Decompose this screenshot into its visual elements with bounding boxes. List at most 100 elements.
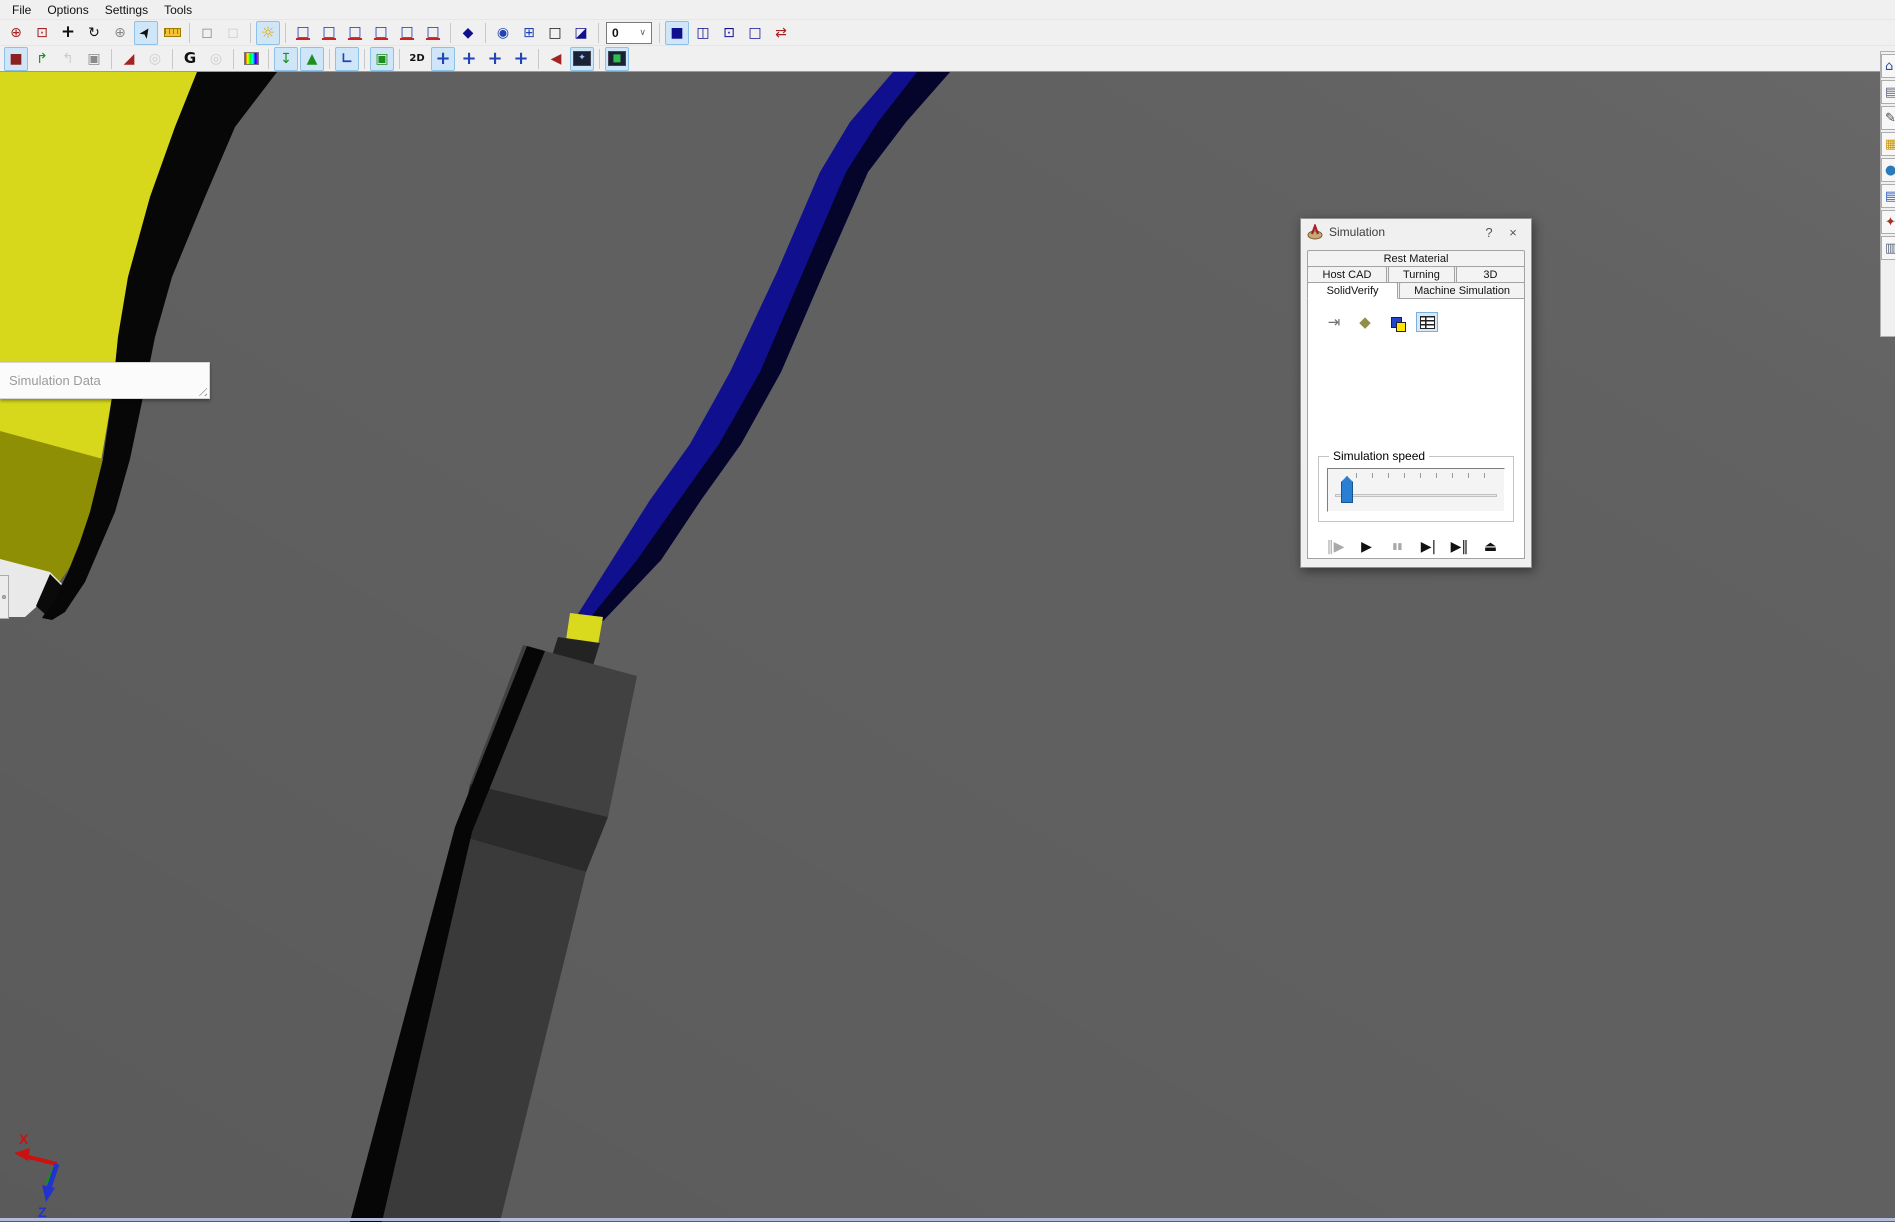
coord-dropdown[interactable]: 0 ∨ — [606, 22, 652, 44]
tab-turning[interactable]: Turning — [1388, 266, 1455, 283]
refresh-button[interactable]: ⇄ — [769, 21, 793, 45]
step-button[interactable]: ‖▶ — [1320, 536, 1351, 558]
op-list-button[interactable]: ▣ — [82, 47, 106, 71]
view-iso3-button[interactable]: □ — [421, 21, 445, 45]
face-select-alt-button[interactable]: ◻ — [221, 21, 245, 45]
menu-settings[interactable]: Settings — [97, 1, 156, 19]
display-wire-icon: ⊡ — [723, 26, 735, 40]
layers-icon: ▦ — [1885, 138, 1895, 151]
shaded-view-button[interactable]: ◆ — [456, 21, 480, 45]
report-button[interactable]: ▥ — [1881, 236, 1895, 260]
show-tool-button[interactable]: ↧ — [274, 47, 298, 71]
edit-button[interactable]: ✎ — [1881, 106, 1895, 130]
display-inner-button[interactable]: ◫ — [691, 21, 715, 45]
shell-button[interactable]: ◉ — [491, 21, 515, 45]
view-iso1-button[interactable]: □ — [369, 21, 393, 45]
zoom-window-button[interactable]: ⊡ — [30, 21, 54, 45]
globe-button[interactable]: ● — [1881, 158, 1895, 182]
view-side-button[interactable]: □ — [343, 21, 367, 45]
chart-button[interactable]: ▆ — [605, 47, 629, 71]
op-forward-button[interactable]: ↱ — [30, 47, 54, 71]
tool-disabled-button[interactable]: ◎ — [143, 47, 167, 71]
menu-file[interactable]: File — [4, 1, 39, 19]
viewport-sheen — [0, 72, 1895, 1222]
slider-track[interactable] — [1335, 494, 1497, 497]
zoom-dynamic-button[interactable]: ⊕ — [108, 21, 132, 45]
section-4-button[interactable]: + — [509, 47, 533, 71]
machine-housing-button[interactable]: ▣ — [370, 47, 394, 71]
section-3-button[interactable]: + — [483, 47, 507, 71]
gcode-disabled-button[interactable]: ◎ — [204, 47, 228, 71]
data-table-icon — [1420, 316, 1435, 329]
tab-machine-simulation[interactable]: Machine Simulation — [1399, 282, 1525, 299]
night-view-button[interactable]: ✦ — [570, 47, 594, 71]
view-iso2-icon: □ — [400, 25, 413, 40]
toolbar-separator — [172, 49, 173, 69]
simulation-data-panel[interactable]: Simulation Data — [0, 362, 210, 399]
toolbar-separator — [538, 49, 539, 69]
coord-sys-button[interactable]: ∟ — [335, 47, 359, 71]
show-holder-button[interactable]: ▲ — [300, 47, 324, 71]
slider-thumb[interactable] — [1341, 476, 1353, 503]
light-button[interactable]: ☼ — [256, 21, 280, 45]
scene-canvas: X Z — [0, 72, 1895, 1222]
tab-host-cad[interactable]: Host CAD — [1307, 266, 1387, 283]
display-solid-button[interactable]: ■ — [665, 21, 689, 45]
view-front-button[interactable]: □ — [317, 21, 341, 45]
face-select-button[interactable]: ◻ — [195, 21, 219, 45]
slider-ticks — [1356, 473, 1492, 478]
copy-layers-icon — [1391, 317, 1402, 328]
pause-button[interactable]: ▮▮ — [1382, 536, 1413, 558]
op-back-button[interactable]: ↰ — [56, 47, 80, 71]
play-to-button[interactable]: ▶‖ — [1444, 536, 1475, 558]
dialog-title-bar[interactable]: Simulation ? × — [1301, 219, 1531, 245]
tool-red-button[interactable]: ◢ — [117, 47, 141, 71]
tab-solidverify[interactable]: SolidVerify — [1307, 282, 1398, 299]
fill-color-button[interactable]: ◆ — [1354, 312, 1376, 332]
data-table-button[interactable] — [1416, 312, 1438, 332]
combine-button[interactable]: ⊞ — [517, 21, 541, 45]
eject-button[interactable]: ⏏ — [1475, 536, 1506, 558]
tab-3d[interactable]: 3D — [1456, 266, 1525, 283]
section-2-button[interactable]: + — [457, 47, 481, 71]
globe-icon: ● — [1885, 164, 1895, 177]
zoom-plus-button[interactable]: ⊕ — [4, 21, 28, 45]
home-button[interactable]: ⌂ — [1881, 54, 1895, 78]
import-button[interactable]: ⇥ — [1323, 312, 1345, 332]
shell-icon: ◉ — [497, 26, 509, 40]
pan-button[interactable]: + — [56, 21, 80, 45]
tool-button[interactable]: ✦ — [1881, 210, 1895, 234]
toolbar-simulation: ■ ↱ ↰ ▣ ◢ ◎ G ◎ ↧ ▲ ∟ ▣ 2D + + + + ◀ ✦ ▆ — [0, 45, 1895, 71]
view-2d-button[interactable]: 2D — [405, 47, 429, 71]
layers-button[interactable]: ▦ — [1881, 132, 1895, 156]
rewind-red-button[interactable]: ◀ — [544, 47, 568, 71]
select-cursor-button[interactable]: ➤ — [134, 21, 158, 45]
help-button[interactable]: ? — [1477, 225, 1501, 240]
next-button[interactable]: ▶| — [1413, 536, 1444, 558]
menu-tools[interactable]: Tools — [156, 1, 200, 19]
rotate-view-button[interactable]: ↻ — [82, 21, 106, 45]
color-scale-button[interactable] — [239, 47, 263, 71]
display-outline-button[interactable]: □ — [743, 21, 767, 45]
sim-solid-button[interactable]: ■ — [4, 47, 28, 71]
template-button[interactable]: ▤ — [1881, 80, 1895, 104]
close-icon[interactable]: × — [1501, 225, 1525, 240]
viewport-3d[interactable]: X Z — [0, 71, 1895, 1221]
display-wire-button[interactable]: ⊡ — [717, 21, 741, 45]
measure-button[interactable] — [160, 21, 184, 45]
view-iso3-icon: □ — [426, 25, 439, 40]
view-iso2-button[interactable]: □ — [395, 21, 419, 45]
speed-slider[interactable] — [1327, 468, 1505, 512]
half-box-button[interactable]: ◪ — [569, 21, 593, 45]
section-1-button[interactable]: + — [431, 47, 455, 71]
gcode-rotate-button[interactable]: G — [178, 47, 202, 71]
copy-layers-button[interactable] — [1385, 312, 1407, 332]
box-button[interactable]: □ — [543, 21, 567, 45]
left-edge-grip[interactable] — [0, 575, 9, 619]
resize-grip-icon[interactable] — [195, 384, 207, 396]
table-button[interactable]: ▤ — [1881, 184, 1895, 208]
play-button[interactable]: ▶ — [1351, 536, 1382, 558]
tab-rest-material[interactable]: Rest Material — [1307, 250, 1525, 267]
view-top-button[interactable]: □ — [291, 21, 315, 45]
menu-options[interactable]: Options — [39, 1, 96, 19]
